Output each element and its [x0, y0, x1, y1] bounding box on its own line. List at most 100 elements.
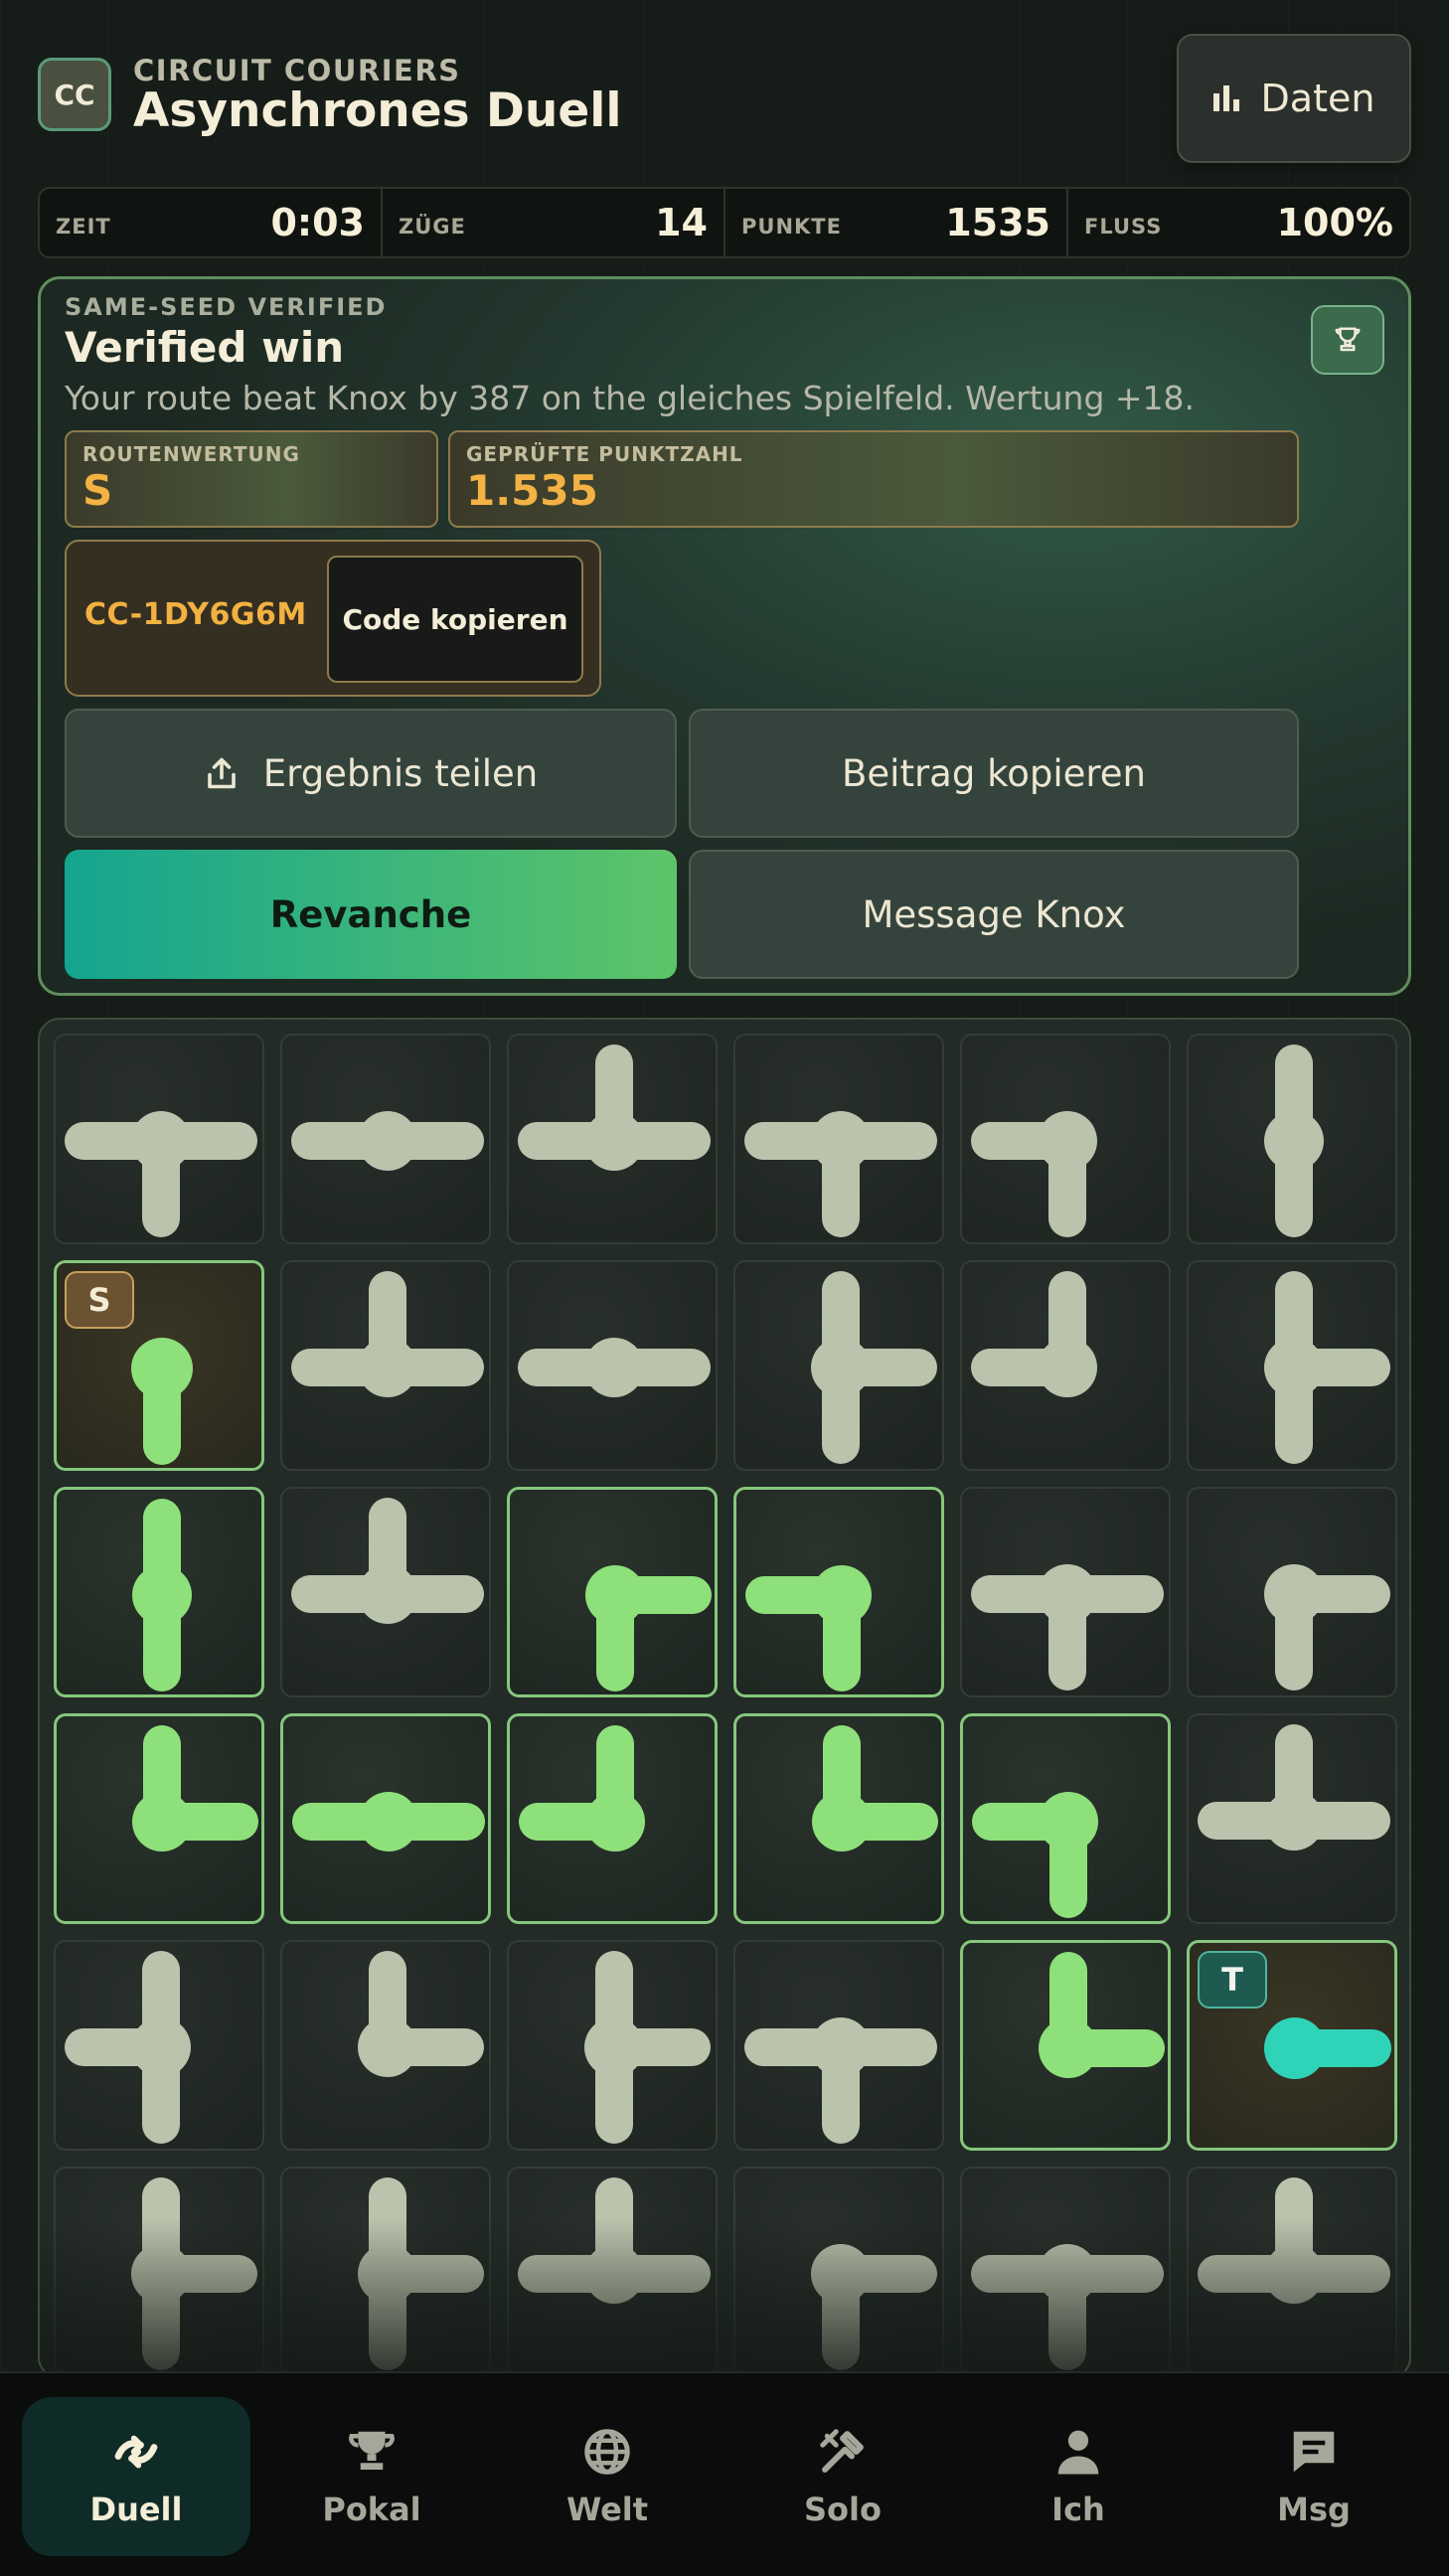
brand-name: CIRCUIT COURIERS: [133, 54, 461, 87]
pipe-tile[interactable]: [960, 1260, 1171, 1471]
pipe-tile[interactable]: [280, 1940, 491, 2151]
pipe-tile[interactable]: [733, 1487, 944, 1697]
pipe-icon: [291, 1498, 484, 1624]
pipe-icon: [744, 2017, 937, 2144]
share-icon: [207, 757, 236, 789]
pipe-tile[interactable]: [960, 1034, 1171, 1244]
pipe-icon: [971, 2244, 1164, 2370]
result-description: Your route beat Knox by 387 on the gleic…: [65, 379, 1196, 417]
pipe-icon: [585, 1565, 712, 1691]
pipe-icon: [811, 1271, 937, 1464]
nav-label: Welt: [565, 2491, 649, 2528]
stat-value: 1535: [945, 201, 1050, 244]
pipe-icon: [518, 1045, 711, 1171]
pipe-tile[interactable]: [960, 2167, 1171, 2377]
message-opponent-button[interactable]: Message Knox: [689, 850, 1299, 979]
pipe-tile[interactable]: [507, 2167, 718, 2377]
verified-score-box: GEPRÜFTE PUNKTZAHL 1.535: [448, 430, 1299, 528]
start-tile[interactable]: S: [54, 1260, 264, 1471]
pipe-tile[interactable]: [507, 1034, 718, 1244]
target-badge: T: [1198, 1951, 1267, 2009]
challenge-code: CC-1DY6G6M: [84, 597, 307, 632]
pipe-icon: [745, 1565, 872, 1691]
stat-label: ZEIT: [56, 215, 111, 239]
pipe-tile[interactable]: [1187, 1034, 1397, 1244]
pipe-tile[interactable]: [733, 1034, 944, 1244]
pipe-icon: [1264, 1045, 1324, 1237]
nav-item-world[interactable]: Welt: [493, 2397, 722, 2556]
nav-item-me[interactable]: Ich: [964, 2397, 1193, 2556]
stat-value: 100%: [1276, 201, 1393, 244]
pipe-tile[interactable]: [507, 1940, 718, 2151]
challenge-code-box: CC-1DY6G6M Code kopieren: [65, 540, 601, 697]
nav-item-duel[interactable]: Duell: [22, 2397, 250, 2556]
pipe-tile[interactable]: [1187, 1713, 1397, 1924]
copy-post-button[interactable]: Beitrag kopieren: [689, 709, 1299, 838]
pipe-icon: [131, 2177, 257, 2370]
share-result-button[interactable]: Ergebnis teilen: [65, 709, 677, 838]
start-badge: S: [65, 1271, 134, 1329]
person-icon: [1057, 2430, 1099, 2475]
result-title: Verified win: [65, 323, 345, 372]
pipe-icon: [584, 1951, 711, 2144]
stat-time: ZEIT 0:03: [40, 189, 383, 256]
pipe-tile[interactable]: [507, 1713, 718, 1924]
nav-label: Msg: [1277, 2491, 1351, 2528]
duel-icon: [114, 2435, 158, 2469]
page-title: Asynchrones Duell: [133, 83, 622, 138]
route-grade-value: S: [82, 466, 113, 515]
route-grade-label: ROUTENWERTUNG: [82, 442, 300, 466]
pipe-tile[interactable]: [280, 1713, 491, 1924]
trophy-icon: [349, 2431, 395, 2470]
pipe-tile[interactable]: [280, 1260, 491, 1471]
nav-item-solo[interactable]: Solo: [728, 2397, 957, 2556]
pipe-icon: [1198, 2177, 1390, 2304]
stat-label: ZÜGE: [399, 215, 466, 239]
pipe-tile[interactable]: [280, 2167, 491, 2377]
stat-label: FLUSS: [1084, 215, 1163, 239]
pipe-icon: [518, 1338, 711, 1397]
puzzle-board: ST: [38, 1018, 1411, 2379]
data-button-label: Daten: [1260, 77, 1375, 120]
pipe-icon: [518, 2177, 711, 2304]
pipe-icon: [291, 1111, 484, 1171]
pipe-tile[interactable]: [54, 1713, 264, 1924]
pipe-icon: [65, 1951, 191, 2144]
nav-item-messages[interactable]: Msg: [1200, 2397, 1428, 2556]
pipe-tile[interactable]: [1187, 1260, 1397, 1471]
stat-points: PUNKTE 1535: [725, 189, 1068, 256]
nav-item-trophy[interactable]: Pokal: [257, 2397, 486, 2556]
app-logo: CC: [38, 58, 111, 131]
data-button[interactable]: Daten: [1177, 34, 1411, 163]
pipe-icon: [292, 1792, 485, 1852]
pipe-tile[interactable]: [507, 1487, 718, 1697]
rematch-button[interactable]: Revanche: [65, 850, 677, 979]
stat-value: 14: [655, 201, 708, 244]
pipe-tile[interactable]: [1187, 2167, 1397, 2377]
pipe-tile[interactable]: [733, 1940, 944, 2151]
pipe-tile[interactable]: [733, 1260, 944, 1471]
stat-label: PUNKTE: [741, 215, 842, 239]
target-tile[interactable]: T: [1187, 1940, 1397, 2151]
pipe-tile[interactable]: [54, 1940, 264, 2151]
pipe-tile[interactable]: [54, 2167, 264, 2377]
trophy-button[interactable]: [1311, 305, 1384, 375]
pipe-tile[interactable]: [54, 1034, 264, 1244]
pipe-tile[interactable]: [1187, 1487, 1397, 1697]
pipe-tile[interactable]: [960, 1713, 1171, 1924]
pipe-tile[interactable]: [54, 1487, 264, 1697]
pipe-icon: [358, 2177, 484, 2370]
pipe-tile[interactable]: [960, 1487, 1171, 1697]
pipe-tile[interactable]: [507, 1260, 718, 1471]
pipe-tile[interactable]: [960, 1940, 1171, 2151]
pipe-tile[interactable]: [733, 1713, 944, 1924]
pipe-tile[interactable]: [733, 2167, 944, 2377]
stat-moves: ZÜGE 14: [383, 189, 725, 256]
route-grade-box: ROUTENWERTUNG S: [65, 430, 438, 528]
pipe-tile[interactable]: [280, 1034, 491, 1244]
copy-code-button[interactable]: Code kopieren: [327, 556, 583, 683]
pipe-icon: [1264, 1564, 1390, 1690]
pipe-tile[interactable]: [280, 1487, 491, 1697]
pipe-icon: [132, 1499, 192, 1691]
pipe-icon: [519, 1725, 645, 1852]
